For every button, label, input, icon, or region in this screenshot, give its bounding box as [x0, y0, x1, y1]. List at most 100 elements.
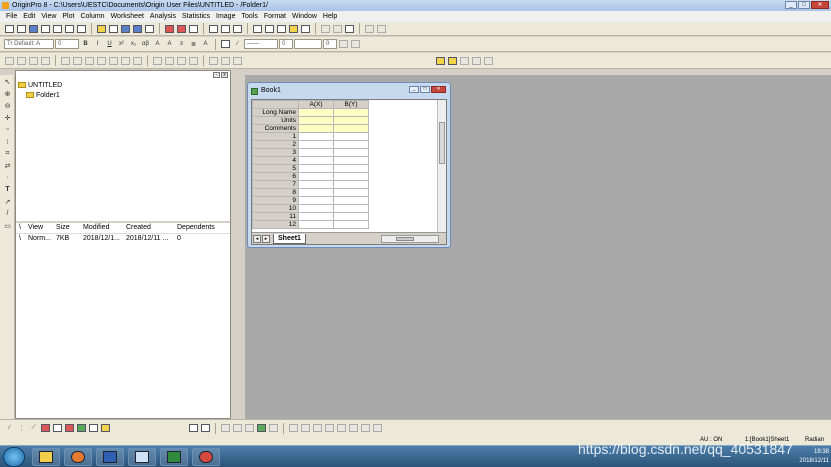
text-tool-icon[interactable]: T [2, 184, 13, 195]
system-tray[interactable]: 19:38 2018/12/11 [799, 448, 829, 466]
workbook-window[interactable]: Book1 _ □ ✕ A(X) B(Y) Long Name Units Co… [247, 82, 451, 248]
set-column-values-icon[interactable] [72, 55, 83, 66]
contour-plot-icon[interactable] [88, 423, 99, 434]
open-template-icon[interactable] [108, 23, 119, 34]
media-player-taskbar-icon[interactable] [64, 448, 92, 466]
pattern-color-icon[interactable] [338, 39, 349, 50]
scatter-plot-icon[interactable]: ⁚ [16, 423, 27, 434]
prev-sheet-button[interactable]: ◂ [253, 234, 261, 243]
zoom-out-icon[interactable]: ⊖ [2, 100, 13, 111]
set-y-icon[interactable] [120, 55, 131, 66]
3d-surface-icon[interactable] [200, 423, 211, 434]
cell[interactable] [333, 140, 369, 149]
word-taskbar-icon[interactable] [96, 448, 124, 466]
cell[interactable] [298, 220, 334, 229]
3d-rotate-icon[interactable] [220, 423, 231, 434]
cell-b-comments[interactable] [333, 124, 369, 133]
menu-plot[interactable]: Plot [59, 11, 77, 22]
row-header[interactable]: 5 [252, 164, 299, 173]
menu-file[interactable]: File [3, 11, 20, 22]
pattern-width-select[interactable]: 0 [323, 39, 337, 49]
menu-column[interactable]: Column [77, 11, 107, 22]
cross-icon[interactable] [483, 55, 494, 66]
draw-data-icon[interactable]: · [2, 172, 13, 183]
arrange-icon[interactable] [376, 23, 387, 34]
list-item[interactable]: \ Norm... 7KB 2018/12/1... 2018/12/11 ..… [16, 235, 230, 245]
refresh-icon[interactable] [220, 23, 231, 34]
fill-pattern-select[interactable] [294, 39, 322, 49]
back-icon[interactable] [372, 423, 383, 434]
area-plot-icon[interactable] [76, 423, 87, 434]
import-wizard-icon[interactable] [188, 23, 199, 34]
pointer-icon[interactable]: ↖ [2, 76, 13, 87]
cell[interactable] [333, 132, 369, 141]
excel-taskbar-icon[interactable] [160, 448, 188, 466]
3d-tilt-icon[interactable] [232, 423, 243, 434]
paste-icon[interactable] [344, 23, 355, 34]
explorer-taskbar-icon[interactable] [32, 448, 60, 466]
row-header[interactable]: 3 [252, 148, 299, 157]
align-icon[interactable]: ≡ [176, 39, 187, 50]
font-size-select[interactable]: 0 [55, 39, 79, 49]
row-header[interactable]: 6 [252, 172, 299, 181]
cell[interactable] [298, 172, 334, 181]
duplicate-icon[interactable] [232, 23, 243, 34]
fill-color-icon[interactable] [220, 39, 231, 50]
add-column-icon[interactable] [60, 55, 71, 66]
col-size[interactable]: Size [56, 224, 83, 233]
cell[interactable] [333, 180, 369, 189]
row-header-longname[interactable]: Long Name [252, 108, 299, 117]
row-header[interactable]: 4 [252, 156, 299, 165]
cell[interactable] [333, 188, 369, 197]
horizontal-scrollbar[interactable] [381, 235, 439, 243]
results-log-icon[interactable] [252, 23, 263, 34]
menu-window[interactable]: Window [289, 11, 320, 22]
zoom-out-toolbar-icon[interactable] [28, 55, 39, 66]
cell[interactable] [333, 220, 369, 229]
underline-button[interactable]: U [104, 39, 115, 50]
style-icon[interactable] [471, 55, 482, 66]
superscript-icon[interactable]: x² [116, 39, 127, 50]
code-builder-icon[interactable] [288, 23, 299, 34]
workspace-splitter[interactable] [231, 70, 245, 419]
align-bottom-icon[interactable] [324, 423, 335, 434]
new-workbook-icon[interactable] [16, 23, 27, 34]
cell[interactable] [333, 164, 369, 173]
workbook-minimize-button[interactable]: _ [409, 86, 419, 93]
line-symbol-plot-icon[interactable]: ⟋ [28, 423, 39, 434]
save-window-icon[interactable] [132, 23, 143, 34]
cell[interactable] [298, 132, 334, 141]
cell[interactable] [298, 212, 334, 221]
window-taskbar-icon[interactable] [128, 448, 156, 466]
cell[interactable] [298, 156, 334, 165]
minimize-button[interactable]: _ [785, 1, 797, 9]
object-icon[interactable] [188, 55, 199, 66]
import-multiple-icon[interactable] [176, 23, 187, 34]
cell[interactable] [298, 164, 334, 173]
colormap-icon[interactable] [256, 423, 267, 434]
line-width-select[interactable]: 0 [279, 39, 293, 49]
row-header[interactable]: 8 [252, 188, 299, 197]
new-notes-icon[interactable] [76, 23, 87, 34]
new-layout-icon[interactable] [64, 23, 75, 34]
statistical-plot-icon[interactable] [64, 423, 75, 434]
whole-page-icon[interactable] [40, 55, 51, 66]
mask-icon[interactable] [268, 423, 279, 434]
cell[interactable] [298, 188, 334, 197]
rescale-icon[interactable] [4, 55, 15, 66]
row-header[interactable]: 2 [252, 140, 299, 149]
cell[interactable] [333, 196, 369, 205]
sheet-tab[interactable]: Sheet1 [273, 233, 306, 244]
extract-icon[interactable] [232, 55, 243, 66]
horizontal-scroll-thumb[interactable] [396, 237, 414, 241]
corner-cell[interactable] [252, 100, 299, 109]
column-plot-icon[interactable] [40, 423, 51, 434]
italic-button[interactable]: I [92, 39, 103, 50]
col-view[interactable]: View [28, 224, 56, 233]
pe-splitter[interactable] [16, 221, 230, 223]
line-style-select[interactable]: —— [244, 39, 278, 49]
cell[interactable] [333, 212, 369, 221]
cell[interactable] [333, 172, 369, 181]
menu-statistics[interactable]: Statistics [179, 11, 213, 22]
set-z-icon[interactable] [132, 55, 143, 66]
